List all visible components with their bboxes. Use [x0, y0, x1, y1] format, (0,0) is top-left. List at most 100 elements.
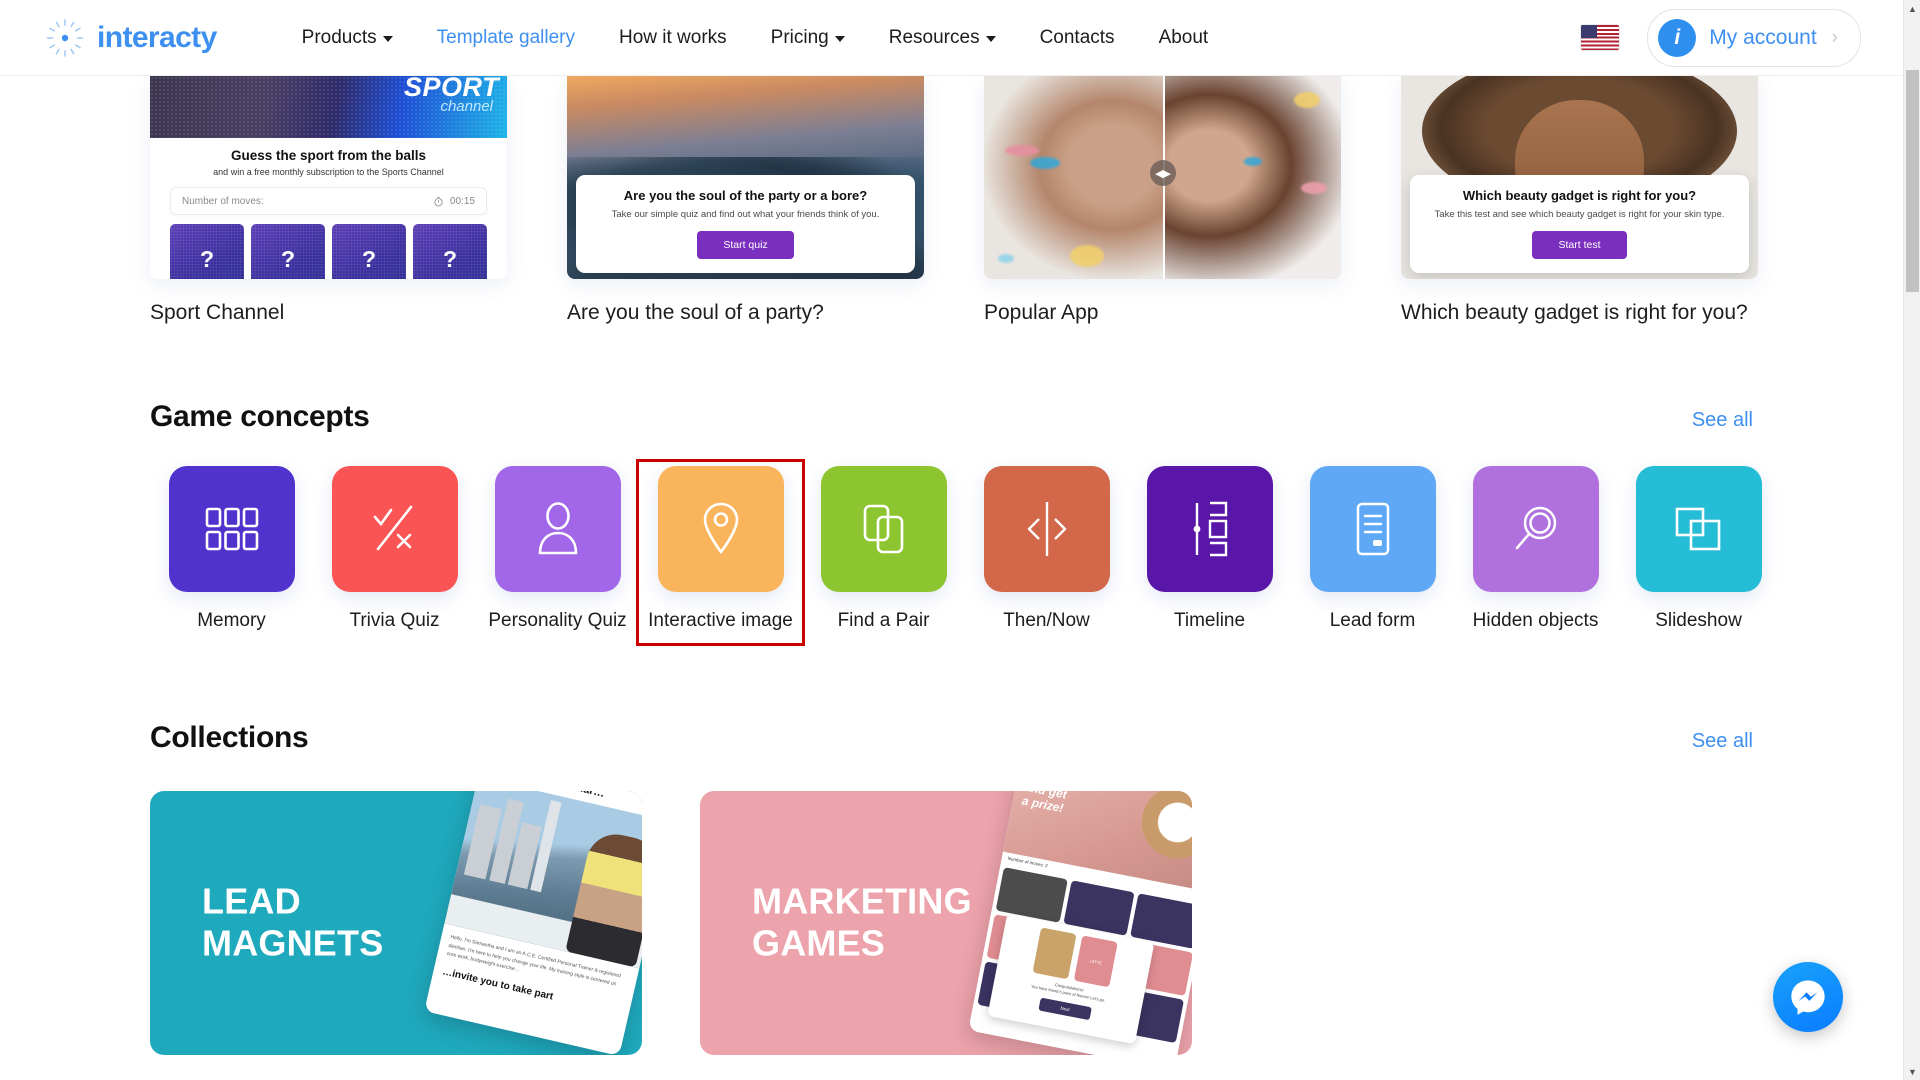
sport-status-bar: Number of moves: 00:15	[170, 187, 487, 215]
concept-label: Lead form	[1329, 610, 1416, 631]
section-title-game-concepts: Game concepts	[150, 400, 370, 433]
concept-label: Interactive image	[648, 610, 793, 631]
sport-body: Guess the sport from the balls and win a…	[150, 138, 507, 279]
sport-tile-grid: ? SPORT ? SPORT ? SPORT ?	[170, 224, 487, 279]
template-title: Sport Channel	[150, 301, 285, 324]
us-flag-icon[interactable]	[1581, 25, 1620, 50]
collections-header: Collections See all	[150, 721, 1753, 755]
game-concept-lead-form[interactable]: Lead form	[1291, 462, 1454, 643]
messenger-icon	[1791, 980, 1825, 1015]
main-nav: Products Template gallery How it works P…	[280, 27, 1231, 49]
sport-tile[interactable]: ? SPORT	[170, 224, 244, 279]
tile-question-mark: ?	[361, 246, 377, 272]
nav-item-resources[interactable]: Resources	[867, 27, 1018, 49]
two-cards-icon	[863, 504, 903, 554]
concept-tile	[1472, 466, 1599, 592]
site-header: interacty Products Template gallery How …	[0, 0, 1903, 76]
nav-item-pricing[interactable]: Pricing	[749, 27, 867, 49]
collection-title: MARKETING GAMES	[752, 880, 972, 964]
shot-card-label: LATTE	[1073, 935, 1118, 988]
concept-tile	[168, 466, 295, 592]
collections-row: LEAD MAGNETS Summer fitness mar… Hello, …	[150, 790, 1903, 1055]
sport-tile[interactable]: ? SPORT	[251, 224, 325, 279]
my-account-label: My account	[1709, 25, 1817, 49]
template-preview: ◀▶	[984, 76, 1341, 279]
concept-tile	[1309, 466, 1436, 592]
start-quiz-button[interactable]: Start quiz	[697, 231, 794, 259]
timeline-icon	[1193, 501, 1227, 557]
game-concept-slideshow[interactable]: Slideshow	[1617, 462, 1780, 643]
nav-item-products[interactable]: Products	[280, 27, 415, 49]
nav-item-about[interactable]: About	[1137, 27, 1231, 49]
collection-preview-shot: MEMORY GAME Find pairs and get a prize! …	[968, 790, 1192, 1055]
map-pin-icon	[703, 502, 738, 555]
template-card-popular-app[interactable]: ◀▶ Popular App	[984, 76, 1341, 325]
tile-question-mark: ?	[442, 246, 458, 272]
template-title: Are you the soul of a party?	[567, 301, 824, 324]
game-concepts-row: Memory Trivia Quiz Personality Quiz Inte…	[150, 459, 1903, 646]
template-preview: SPORT channel Guess the sport from the b…	[150, 76, 507, 279]
logo[interactable]: interacty	[44, 17, 217, 59]
check-cross-icon	[373, 505, 412, 551]
concept-label: Slideshow	[1655, 610, 1742, 631]
game-concept-personality-quiz[interactable]: Personality Quiz	[476, 462, 639, 643]
collection-card-marketing-games[interactable]: MARKETING GAMES MEMORY GAME Find pairs a…	[700, 790, 1192, 1055]
page-scrollbar[interactable]: ▲ ▼	[1903, 0, 1920, 1080]
tile-question-mark: ?	[280, 246, 296, 272]
chevron-right-icon: ›	[1831, 26, 1838, 48]
section-title-collections: Collections	[150, 720, 309, 754]
concept-label: Trivia Quiz	[349, 610, 440, 631]
see-all-collections[interactable]: See all	[1692, 730, 1753, 753]
tile-question-mark: ?	[199, 246, 215, 272]
before-after-slider-icon[interactable]: ◀▶	[1149, 160, 1176, 187]
collection-preview-shot: Summer fitness mar… Hello, I'm Samantha …	[424, 790, 642, 1055]
see-all-game-concepts[interactable]: See all	[1692, 409, 1753, 432]
template-card-soul-of-a-party[interactable]: Are you the soul of the party or a bore?…	[567, 76, 924, 325]
concept-label: Personality Quiz	[488, 610, 627, 631]
scrollbar-thumb[interactable]	[1906, 70, 1919, 292]
sport-timer: 00:15	[449, 195, 475, 207]
document-lines-icon	[1356, 502, 1389, 556]
nav-item-contacts[interactable]: Contacts	[1018, 27, 1137, 49]
logo-text: interacty	[97, 20, 217, 54]
nav-label: Products	[301, 26, 377, 48]
concept-tile	[1635, 466, 1762, 592]
concept-tile	[1146, 466, 1273, 592]
template-card-beauty-gadget[interactable]: Which beauty gadget is right for you? Ta…	[1401, 76, 1758, 325]
concept-tile	[657, 466, 784, 592]
moves-label: Number of moves:	[182, 195, 264, 207]
scroll-up-arrow-icon[interactable]: ▲	[1904, 0, 1920, 17]
beauty-overlay-card: Which beauty gadget is right for you? Ta…	[1410, 175, 1749, 273]
messenger-chat-button[interactable]	[1773, 962, 1843, 1032]
game-concept-hidden-objects[interactable]: Hidden objects	[1454, 462, 1617, 643]
game-concept-then-now[interactable]: Then/Now	[965, 462, 1128, 643]
game-concept-memory[interactable]: Memory	[150, 462, 313, 643]
nav-item-how-it-works[interactable]: How it works	[597, 27, 749, 49]
concept-tile	[494, 466, 621, 592]
party-title: Are you the soul of the party or a bore?	[623, 188, 868, 203]
sport-tile[interactable]: ? SPORT	[413, 224, 487, 279]
game-concept-trivia-quiz[interactable]: Trivia Quiz	[313, 462, 476, 643]
concept-label: Timeline	[1173, 610, 1246, 631]
nav-label: How it works	[618, 26, 727, 48]
scroll-down-arrow-icon[interactable]: ▼	[1904, 1063, 1920, 1080]
avatar: i	[1658, 18, 1697, 57]
nav-item-template-gallery[interactable]: Template gallery	[415, 27, 597, 49]
collection-title: LEAD MAGNETS	[202, 880, 384, 964]
game-concept-interactive-image[interactable]: Interactive image	[636, 459, 805, 646]
game-concept-timeline[interactable]: Timeline	[1128, 462, 1291, 643]
template-card-sport-channel[interactable]: SPORT channel Guess the sport from the b…	[150, 76, 507, 325]
game-concept-find-a-pair[interactable]: Find a Pair	[802, 462, 965, 643]
shot-heading: Find pairs and get a prize!	[1020, 790, 1085, 815]
collection-card-lead-magnets[interactable]: LEAD MAGNETS Summer fitness mar… Hello, …	[150, 790, 642, 1055]
start-test-button[interactable]: Start test	[1532, 231, 1627, 259]
my-account-button[interactable]: i My account ›	[1647, 8, 1861, 67]
stopwatch-icon	[434, 196, 443, 206]
concept-label: Then/Now	[1003, 610, 1090, 631]
template-title: Popular App	[984, 301, 1099, 324]
memory-grid-icon	[205, 507, 258, 551]
chevron-down-icon	[382, 35, 393, 42]
sport-tile[interactable]: ? SPORT	[332, 224, 406, 279]
nav-label: Contacts	[1039, 26, 1115, 48]
nav-label: Template gallery	[436, 26, 575, 48]
